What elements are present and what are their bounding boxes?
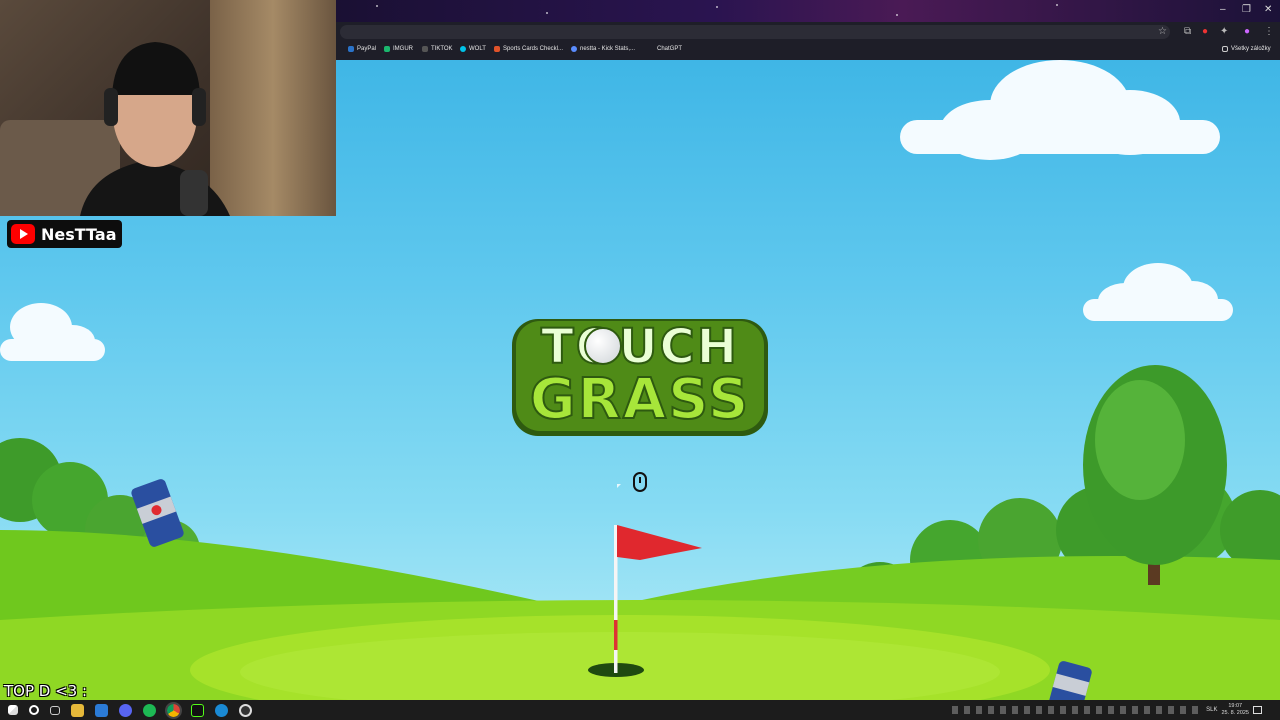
folder-icon (1222, 46, 1228, 52)
youtube-icon (11, 224, 35, 244)
channel-badge: NesTTaa (7, 220, 122, 248)
tray-icons[interactable] (952, 706, 1203, 714)
mouse-icon (633, 472, 647, 492)
title-line-grass: GRASS (529, 366, 751, 433)
kick-app-icon[interactable] (191, 703, 204, 717)
wolt-icon (460, 46, 466, 52)
bookmark-star-icon[interactable]: ☆ (1158, 25, 1167, 39)
system-tray: SLK 19:07 25. 8. 2025 (952, 703, 1262, 717)
close-button[interactable]: ✕ (1264, 4, 1272, 15)
clock[interactable]: 19:07 25. 8. 2025 (1221, 703, 1249, 717)
chrome-icon[interactable] (165, 701, 182, 719)
golf-ball-icon (584, 327, 622, 365)
file-explorer-icon[interactable] (71, 703, 84, 717)
bookmark-paypal[interactable]: PayPal (348, 46, 376, 52)
edge-icon[interactable] (215, 703, 228, 717)
bookmark-imgur[interactable]: IMGUR (384, 46, 413, 52)
webcam-feed (0, 0, 336, 216)
cursor-icon (617, 484, 621, 488)
language-indicator[interactable]: SLK (1206, 707, 1217, 713)
sportscards-icon (494, 46, 500, 52)
chatgpt-icon (648, 46, 654, 52)
discord-icon[interactable] (119, 703, 132, 717)
address-bar: ☆ ⧉ ● ✦ ● ⋮ (336, 22, 1280, 42)
bookmark-tiktok[interactable]: TIKTOK (422, 46, 453, 52)
obs-icon[interactable] (239, 703, 252, 717)
game-title-logo: TOUCH GRASS (508, 315, 772, 440)
channel-name: NesTTaa (41, 224, 117, 244)
tiktok-icon (422, 46, 428, 52)
minimize-button[interactable]: – (1220, 4, 1226, 15)
search-icon[interactable] (29, 705, 39, 715)
browser-tab-strip: – ❐ ✕ (336, 0, 1280, 22)
record-icon[interactable]: ● (1202, 25, 1208, 39)
kick-icon (571, 46, 577, 52)
bookmark-chatgpt[interactable]: ChatGPT (648, 46, 682, 52)
all-bookmarks[interactable]: Všetky záložky (1222, 46, 1271, 52)
menu-icon[interactable]: ⋮ (1264, 25, 1274, 39)
spotify-icon[interactable] (143, 703, 156, 717)
profile-icon[interactable]: ● (1244, 25, 1250, 39)
taskbar: SLK 19:07 25. 8. 2025 (0, 700, 1280, 720)
bookmark-sports-cards[interactable]: Sports Cards Checkl... (494, 46, 563, 52)
stream-overlay-text: TOP D <3 : (4, 682, 88, 700)
golf-flag (617, 525, 702, 560)
streamer-silhouette (80, 42, 230, 216)
task-view-icon[interactable] (50, 705, 60, 715)
flag-pole (614, 525, 618, 673)
bookmark-kick-stats[interactable]: nestta - Kick Stats,... (571, 46, 635, 52)
bookmark-wolt[interactable]: WOLT (460, 46, 486, 52)
notification-icon[interactable] (1253, 706, 1262, 714)
extension-icon[interactable]: ⧉ (1184, 25, 1191, 39)
puzzle-icon[interactable]: ✦ (1220, 25, 1228, 39)
start-icon[interactable] (8, 705, 18, 715)
bookmarks-bar: PayPal IMGUR TIKTOK WOLT Sports Cards Ch… (336, 42, 1280, 60)
imgur-icon (384, 46, 390, 52)
paypal-icon (348, 46, 354, 52)
url-field[interactable] (340, 25, 1170, 39)
maximize-button[interactable]: ❐ (1242, 4, 1251, 15)
store-icon[interactable] (95, 703, 108, 717)
